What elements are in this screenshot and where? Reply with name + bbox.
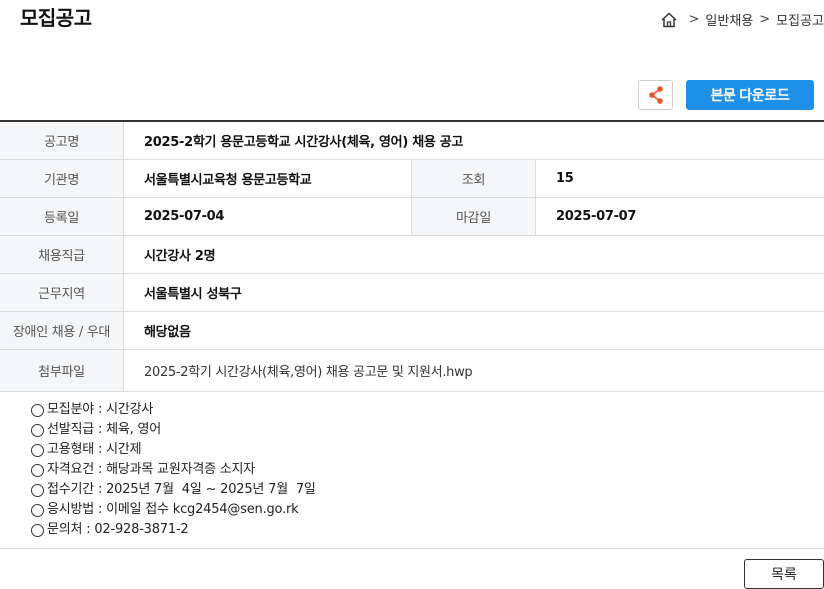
share-icon [648, 86, 663, 104]
download-button[interactable]: 본문 다운로드 [686, 80, 814, 110]
info-table: 공고명 2025-2학기 용문고등학교 시간강사(체육, 영어) 채용 공고 기… [0, 120, 824, 392]
list-item: 선발직급 : 체육, 영어 [31, 420, 316, 440]
table-row: 등록일 2025-07-04 마감일 2025-07-07 [0, 198, 824, 236]
list-item: 응시방법 : 이메일 접수 kcg2454@sen.go.rk [31, 500, 316, 520]
position-label: 채용직급 [0, 236, 124, 273]
attachment-label: 첨부파일 [0, 350, 124, 391]
detail-text: 모집분야 : 시간강사 [47, 402, 154, 417]
details-list: 모집분야 : 시간강사 선발직급 : 체육, 영어 고용형태 : 시간제 자격요… [31, 400, 316, 540]
circle-bullet-icon [31, 463, 44, 477]
home-icon[interactable] [660, 11, 678, 29]
deadline-value: 2025-07-07 [556, 209, 637, 224]
region-value: 서울특별시 성북구 [144, 287, 242, 302]
breadcrumb-item-recruit[interactable]: 모집공고 [776, 10, 824, 29]
detail-text: 선발직급 : 체육, 영어 [47, 422, 161, 437]
org-label: 기관명 [0, 160, 124, 197]
circle-bullet-icon [31, 403, 44, 417]
list-item: 문의처 : 02-928-3871-2 [31, 520, 316, 540]
views-value: 15 [556, 171, 574, 186]
list-item: 자격요건 : 해당과목 교원자격증 소지자 [31, 460, 316, 480]
circle-bullet-icon [31, 483, 44, 497]
views-label: 조회 [412, 160, 536, 197]
circle-bullet-icon [31, 443, 44, 457]
table-row: 근무지역 서울특별시 성북구 [0, 274, 824, 312]
share-button[interactable] [638, 80, 673, 110]
detail-text: 문의처 : 02-928-3871-2 [47, 522, 189, 537]
table-row: 장애인 채용 / 우대 해당없음 [0, 312, 824, 350]
list-item: 고용형태 : 시간제 [31, 440, 316, 460]
table-row: 공고명 2025-2학기 용문고등학교 시간강사(체육, 영어) 채용 공고 [0, 122, 824, 160]
table-row: 채용직급 시간강사 2명 [0, 236, 824, 274]
circle-bullet-icon [31, 423, 44, 437]
breadcrumb-item-general[interactable]: 일반채용 [705, 10, 753, 29]
position-value: 시간강사 2명 [144, 249, 216, 264]
title-label: 공고명 [0, 122, 124, 159]
region-label: 근무지역 [0, 274, 124, 311]
attachment-link[interactable]: 2025-2학기 시간강사(체육,영어) 채용 공고문 및 지원서.hwp [124, 350, 824, 391]
circle-bullet-icon [31, 523, 44, 537]
list-item: 모집분야 : 시간강사 [31, 400, 316, 420]
title-value: 2025-2학기 용문고등학교 시간강사(체육, 영어) 채용 공고 [144, 135, 464, 150]
org-value: 서울특별시교육청 용문고등학교 [124, 160, 412, 197]
disability-value: 해당없음 [144, 325, 191, 340]
detail-text: 자격요건 : 해당과목 교원자격증 소지자 [47, 462, 256, 477]
detail-text: 응시방법 : 이메일 접수 kcg2454@sen.go.rk [47, 502, 299, 517]
page-title: 모집공고 [20, 6, 92, 30]
reg-date-label: 등록일 [0, 198, 124, 235]
detail-text: 접수기간 : 2025년 7월 4일 ~ 2025년 7월 7일 [47, 482, 316, 497]
table-row: 첨부파일 2025-2학기 시간강사(체육,영어) 채용 공고문 및 지원서.h… [0, 350, 824, 392]
reg-date-value: 2025-07-04 [124, 198, 412, 235]
breadcrumb-separator: > [759, 12, 771, 27]
circle-bullet-icon [31, 503, 44, 517]
detail-text: 고용형태 : 시간제 [47, 442, 142, 457]
list-item: 접수기간 : 2025년 7월 4일 ~ 2025년 7월 7일 [31, 480, 316, 500]
deadline-label: 마감일 [412, 198, 536, 235]
divider [0, 548, 824, 549]
list-button[interactable]: 목록 [744, 559, 824, 589]
table-row: 기관명 서울특별시교육청 용문고등학교 조회 15 [0, 160, 824, 198]
breadcrumb-separator: > [688, 12, 700, 27]
disability-label: 장애인 채용 / 우대 [0, 312, 124, 349]
breadcrumb: > 일반채용 > 모집공고 [660, 10, 824, 29]
